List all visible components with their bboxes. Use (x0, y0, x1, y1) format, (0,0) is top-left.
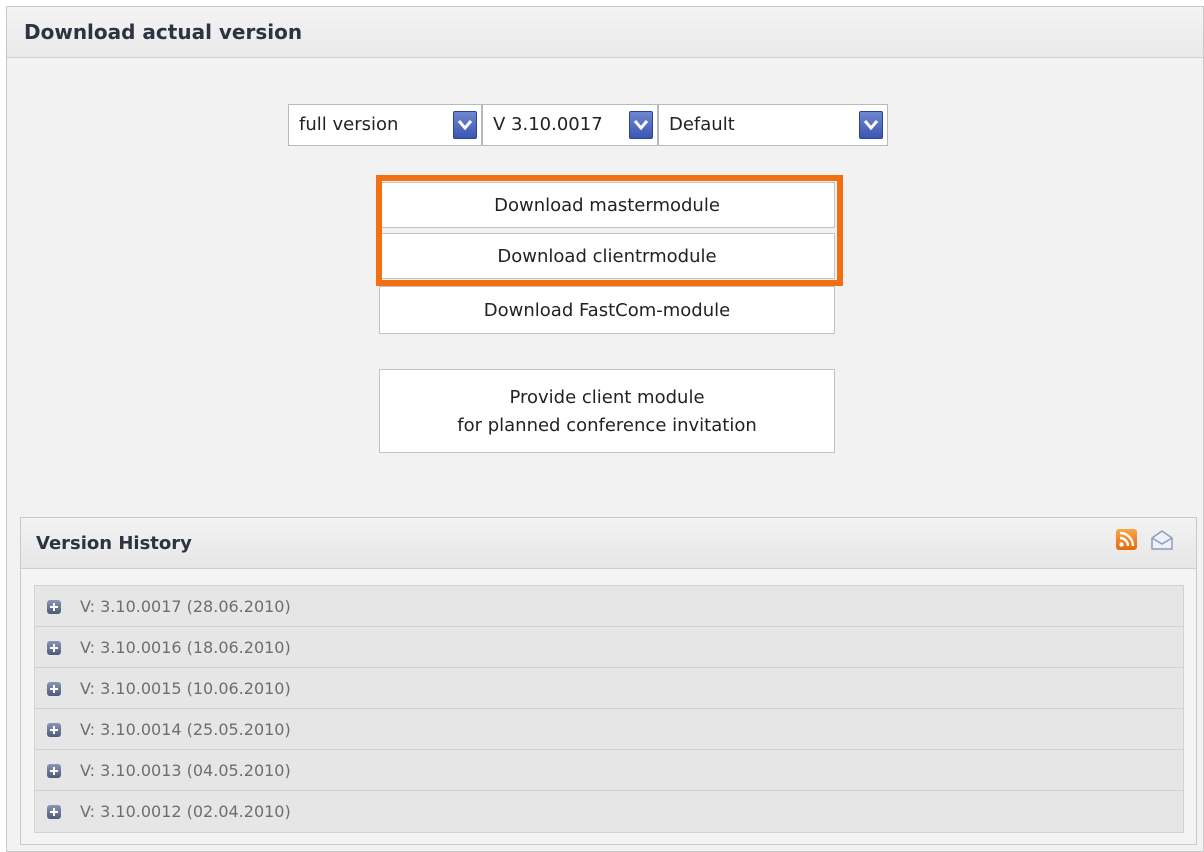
version-history-item-label: V: 3.10.0013 (04.05.2010) (80, 761, 291, 780)
version-history-item[interactable]: V: 3.10.0012 (02.04.2010) (35, 791, 1183, 832)
highlight-frame (376, 175, 843, 286)
chevron-down-icon[interactable] (629, 111, 653, 139)
panel-title: Download actual version (24, 20, 303, 44)
version-history-item-label: V: 3.10.0016 (18.06.2010) (80, 638, 291, 657)
expand-plus-icon[interactable] (47, 682, 61, 696)
version-history-header: Version History (21, 518, 1196, 569)
download-panel: Download actual version full version V 3… (6, 6, 1204, 852)
version-history-item[interactable]: V: 3.10.0014 (25.05.2010) (35, 709, 1183, 750)
version-history-item[interactable]: V: 3.10.0015 (10.06.2010) (35, 668, 1183, 709)
provide-client-module-line2: for planned conference invitation (457, 415, 757, 436)
edition-select[interactable]: full version (288, 104, 482, 146)
version-history-item[interactable]: V: 3.10.0017 (28.06.2010) (35, 586, 1183, 627)
version-history-item-label: V: 3.10.0015 (10.06.2010) (80, 679, 291, 698)
profile-select-value: Default (669, 114, 735, 135)
version-history-list: V: 3.10.0017 (28.06.2010) V: 3.10.0016 (… (34, 585, 1184, 833)
expand-plus-icon[interactable] (47, 600, 61, 614)
chevron-down-icon[interactable] (453, 111, 477, 139)
expand-plus-icon[interactable] (47, 805, 61, 819)
version-history-item[interactable]: V: 3.10.0016 (18.06.2010) (35, 627, 1183, 668)
version-history-item-label: V: 3.10.0014 (25.05.2010) (80, 720, 291, 739)
provide-client-module-button[interactable]: Provide client module for planned confer… (379, 369, 835, 453)
panel-header: Download actual version (7, 7, 1203, 58)
version-history-panel: Version History V: 3.10.0017 (28.06.2010… (20, 517, 1197, 845)
chevron-down-icon[interactable] (859, 111, 883, 139)
version-history-item[interactable]: V: 3.10.0013 (04.05.2010) (35, 750, 1183, 791)
provide-client-module-line1: Provide client module (509, 387, 705, 408)
version-history-title: Version History (36, 533, 192, 554)
expand-plus-icon[interactable] (47, 723, 61, 737)
download-fastcom-module-button[interactable]: Download FastCom-module (379, 286, 835, 334)
version-history-item-label: V: 3.10.0017 (28.06.2010) (80, 597, 291, 616)
profile-select[interactable]: Default (658, 104, 888, 146)
version-select-value: V 3.10.0017 (493, 114, 603, 135)
edition-select-value: full version (299, 114, 399, 135)
version-select[interactable]: V 3.10.0017 (482, 104, 658, 146)
expand-plus-icon[interactable] (47, 764, 61, 778)
rss-feed-icon[interactable] (1116, 529, 1137, 550)
expand-plus-icon[interactable] (47, 641, 61, 655)
mail-subscribe-icon[interactable] (1149, 529, 1175, 551)
version-history-item-label: V: 3.10.0012 (02.04.2010) (80, 802, 291, 821)
